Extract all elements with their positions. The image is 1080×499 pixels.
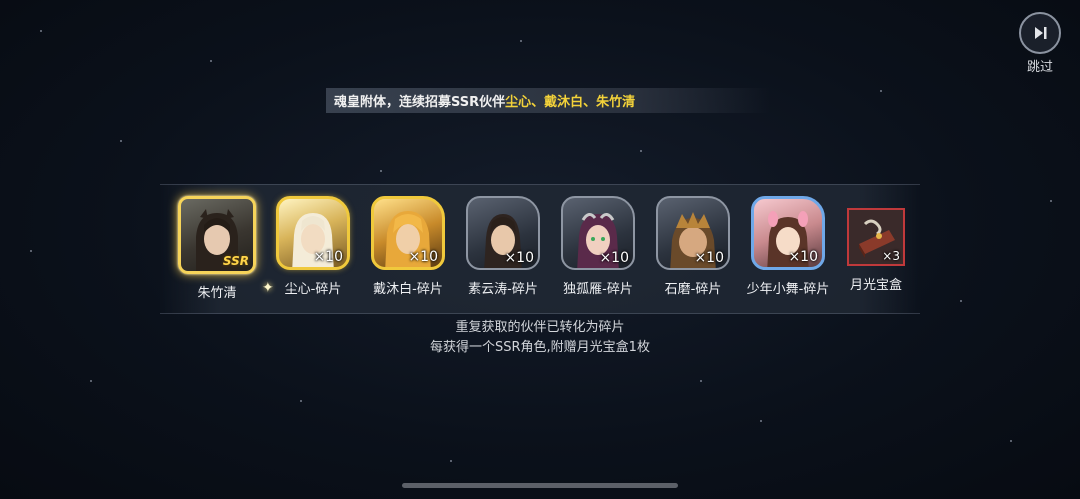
fragment-card: ×10 [466, 196, 540, 270]
skip-forward-icon [1019, 12, 1061, 54]
reward-name: 尘心-碎片 [284, 282, 342, 297]
fragment-quantity: ×10 [694, 250, 724, 266]
banner-text: 魂皇附体，连续招募SSR伙伴 [334, 95, 506, 110]
character-card-ssr: SSR [178, 196, 256, 274]
reward-item-chenxin-fragment[interactable]: ×10 尘心-碎片 [263, 196, 363, 297]
reward-item-shimo-fragment[interactable]: ×10 石磨-碎片 [643, 196, 743, 297]
reward-name: 少年小舞-碎片 [746, 282, 830, 297]
reward-name: 朱竹清 [197, 286, 237, 301]
fragment-card: ×10 [656, 196, 730, 270]
item-quantity: ×3 [882, 249, 900, 263]
fragment-card: ×10 [371, 196, 445, 270]
fragment-quantity: ×10 [408, 249, 438, 265]
home-indicator-bar[interactable] [402, 483, 678, 488]
duplicate-note: 重复获取的伙伴已转化为碎片 [455, 320, 625, 335]
reward-item-xiaowu-fragment[interactable]: ×10 少年小舞-碎片 [738, 196, 838, 297]
banner-highlight: 尘心、戴沐白、朱竹清 [505, 95, 636, 110]
fragment-quantity: ×10 [599, 250, 629, 266]
reward-item-daimubai-fragment[interactable]: ×10 戴沐白-碎片 [358, 196, 458, 297]
reward-item-moonlight-box[interactable]: ×3 月光宝盒 [826, 196, 926, 293]
fragment-quantity: ×10 [504, 250, 534, 266]
fragment-card: ×10 [276, 196, 350, 270]
reward-item-suyuntao-fragment[interactable]: ×10 素云涛-碎片 [453, 196, 553, 297]
reward-name: 月光宝盒 [849, 278, 902, 293]
skip-label: 跳过 [1026, 60, 1053, 75]
reward-name: 素云涛-碎片 [468, 282, 538, 297]
reward-name: 石磨-碎片 [664, 282, 722, 297]
reward-name: 戴沐白-碎片 [373, 282, 443, 297]
reward-item-zhuzhuqing[interactable]: SSR 朱竹清 [167, 196, 267, 301]
fragment-card: ×10 [561, 196, 635, 270]
ssr-bonus-note: 每获得一个SSR角色,附赠月光宝盒1枚 [430, 340, 650, 355]
reward-item-duguyan-fragment[interactable]: ×10 独孤雁-碎片 [548, 196, 648, 297]
recruit-banner: 魂皇附体，连续招募SSR伙伴 尘心、戴沐白、朱竹清 [326, 88, 770, 113]
reward-name: 独孤雁-碎片 [563, 282, 633, 297]
fragment-quantity: ×10 [313, 249, 343, 265]
item-card: ×3 [847, 208, 905, 266]
fragment-quantity: ×10 [788, 249, 818, 265]
skip-button[interactable]: 跳过 [1018, 12, 1062, 75]
fragment-card: ×10 [751, 196, 825, 270]
ssr-badge: SSR [222, 254, 249, 268]
